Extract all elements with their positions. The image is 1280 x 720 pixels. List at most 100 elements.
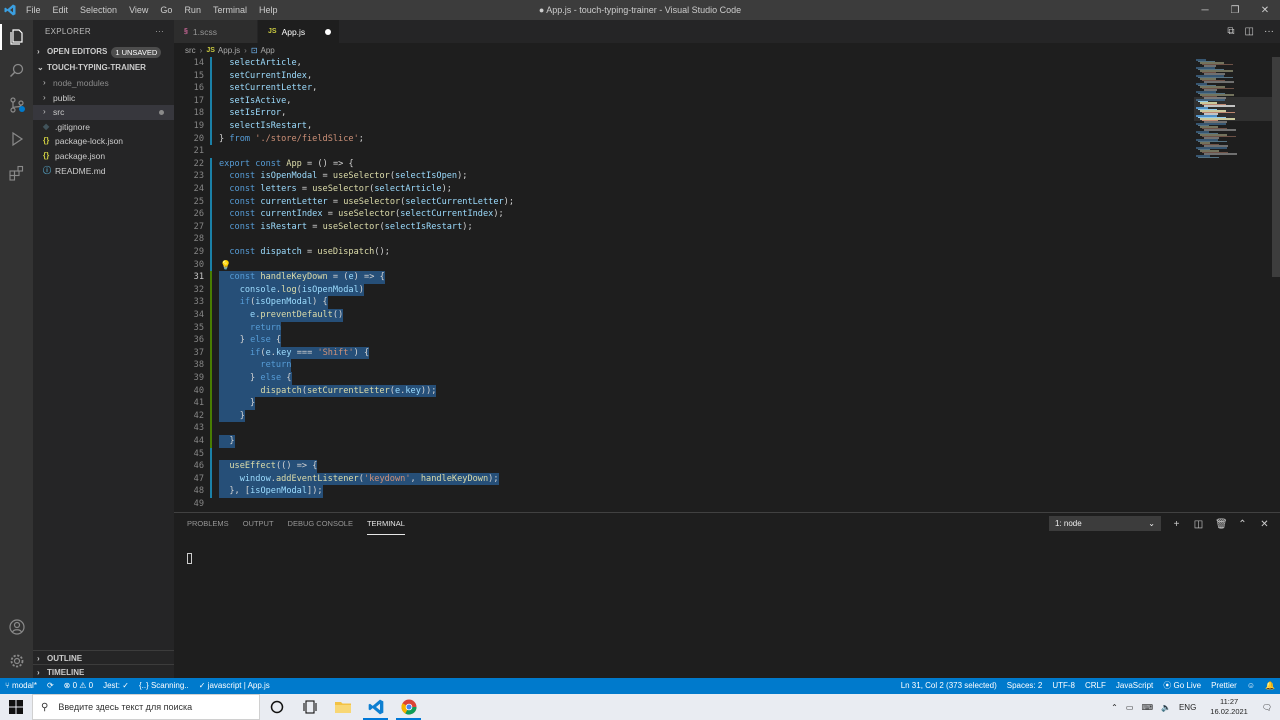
split-terminal-icon[interactable]: ◫: [1193, 519, 1204, 530]
breadcrumb-file[interactable]: App.js: [218, 46, 240, 55]
code-line[interactable]: 37 if(e.key === 'Shift') {: [174, 346, 1194, 360]
code-line[interactable]: 27 const isRestart = useSelector(selectI…: [174, 220, 1194, 234]
code-line[interactable]: 18 setIsError,: [174, 107, 1194, 120]
language-mode[interactable]: JavaScript: [1111, 678, 1158, 694]
filter-status[interactable]: ✓ javascript | App.js: [194, 678, 275, 694]
volume-icon[interactable]: 🔈: [1157, 703, 1175, 712]
code-line[interactable]: 36 } else {: [174, 334, 1194, 347]
maximize-panel-icon[interactable]: ⌃: [1237, 519, 1248, 530]
notifications-bell-icon[interactable]: 🔔: [1260, 678, 1280, 694]
code-line[interactable]: 48 }, [isOpenModal]);: [174, 485, 1194, 498]
code-line[interactable]: 17 setIsActive,: [174, 94, 1194, 108]
go-live-status[interactable]: ⦿ Go Live: [1158, 678, 1206, 694]
code-line[interactable]: 14 selectArticle,: [174, 57, 1194, 70]
code-line[interactable]: 33 if(isOpenModal) {: [174, 296, 1194, 309]
tab-output[interactable]: OUTPUT: [243, 513, 274, 535]
code-line[interactable]: 25 const currentLetter = useSelector(sel…: [174, 195, 1194, 209]
code-line[interactable]: 46 useEffect(() => {: [174, 460, 1194, 473]
code-line[interactable]: 24 const letters = useSelector(selectArt…: [174, 183, 1194, 196]
file-explorer-icon[interactable]: [326, 694, 359, 720]
feedback-icon[interactable]: ☺: [1242, 678, 1260, 694]
code-line[interactable]: 34 e.preventDefault(): [174, 309, 1194, 322]
code-line[interactable]: 23 const isOpenModal = useSelector(selec…: [174, 170, 1194, 183]
problems-status[interactable]: ⊗ 0 ⚠ 0: [59, 678, 98, 694]
code-line[interactable]: 39 } else {: [174, 372, 1194, 385]
code-line[interactable]: 45: [174, 447, 1194, 461]
code-line[interactable]: 19 selectIsRestart,: [174, 120, 1194, 133]
code-line[interactable]: 29 const dispatch = useDispatch();: [174, 246, 1194, 259]
tree-item-readme-md[interactable]: ⓘ README.md: [33, 164, 174, 179]
code-line[interactable]: 26 const currentIndex = useSelector(sele…: [174, 208, 1194, 221]
notification-center-icon[interactable]: 🗨: [1258, 703, 1280, 712]
menu-edit[interactable]: Edit: [47, 0, 75, 20]
terminal-cursor[interactable]: [187, 553, 192, 564]
code-line[interactable]: 49: [174, 498, 1194, 511]
line-ending[interactable]: CRLF: [1080, 678, 1111, 694]
open-editors-section[interactable]: › OPEN EDITORS 1 UNSAVED: [33, 44, 174, 60]
branch-status[interactable]: ⑂ modal*: [0, 678, 42, 694]
more-actions-icon[interactable]: ···: [155, 20, 164, 44]
breadcrumb-symbol[interactable]: App: [261, 46, 275, 55]
tree-item-src[interactable]: › src: [33, 105, 174, 120]
code-line[interactable]: 47 window.addEventListener('keydown', ha…: [174, 472, 1194, 486]
code-line[interactable]: 30 💡: [174, 258, 1194, 272]
close-panel-icon[interactable]: ✕: [1259, 519, 1270, 530]
encoding[interactable]: UTF-8: [1047, 678, 1080, 694]
code-line[interactable]: 28: [174, 233, 1194, 246]
close-icon[interactable]: ✕: [1250, 0, 1280, 20]
menu-terminal[interactable]: Terminal: [207, 0, 253, 20]
chrome-icon[interactable]: [392, 694, 425, 720]
settings-gear-icon[interactable]: [0, 644, 33, 678]
code-line[interactable]: 32 console.log(isOpenModal): [174, 283, 1194, 297]
menu-selection[interactable]: Selection: [74, 0, 123, 20]
tab-app-js[interactable]: JS App.js: [258, 20, 340, 43]
code-line[interactable]: 31 const handleKeyDown = (e) => {: [174, 271, 1194, 284]
menu-go[interactable]: Go: [154, 0, 178, 20]
code-line[interactable]: 41 }: [174, 397, 1194, 410]
code-line[interactable]: 43: [174, 422, 1194, 435]
run-debug-icon[interactable]: [0, 122, 33, 156]
minimap[interactable]: [1194, 57, 1280, 512]
task-view-icon[interactable]: [293, 694, 326, 720]
vscode-taskbar-icon[interactable]: [359, 694, 392, 720]
tree-item-node-modules[interactable]: › node_modules: [33, 76, 174, 91]
tab-scss[interactable]: § 1.scss: [174, 20, 258, 43]
language-indicator[interactable]: ENG: [1175, 703, 1200, 712]
prettier-status[interactable]: Prettier: [1206, 678, 1242, 694]
editor-scrollbar[interactable]: [1272, 57, 1280, 277]
clock[interactable]: 11:27 16.02.2021: [1200, 697, 1258, 717]
tree-item-package-json[interactable]: {} package.json: [33, 149, 174, 164]
code-line[interactable]: 35 return: [174, 321, 1194, 335]
code-line[interactable]: 22 export const App = () => {: [174, 157, 1194, 171]
tree-item-gitignore[interactable]: ◆ .gitignore: [33, 120, 174, 135]
menu-file[interactable]: File: [20, 0, 47, 20]
project-section[interactable]: ⌄ TOUCH-TYPING-TRAINER: [33, 60, 174, 76]
tree-item-package-lock-json[interactable]: {} package-lock.json: [33, 134, 174, 149]
code-line[interactable]: 38 return: [174, 359, 1194, 372]
cortana-icon[interactable]: [260, 694, 293, 720]
explorer-icon[interactable]: [0, 20, 33, 54]
new-terminal-icon[interactable]: +: [1171, 519, 1182, 530]
code-line[interactable]: 15 setCurrentIndex,: [174, 69, 1194, 83]
network-icon[interactable]: ⌨: [1137, 703, 1157, 712]
menu-view[interactable]: View: [123, 0, 154, 20]
split-editor-icon[interactable]: ◫: [1245, 26, 1254, 37]
indentation[interactable]: Spaces: 2: [1002, 678, 1048, 694]
menu-help[interactable]: Help: [253, 0, 284, 20]
tab-debug-console[interactable]: DEBUG CONSOLE: [288, 513, 353, 535]
tab-terminal[interactable]: TERMINAL: [366, 513, 405, 535]
breadcrumb-folder[interactable]: src: [185, 46, 196, 55]
open-changes-icon[interactable]: ⧉: [1227, 26, 1234, 37]
extensions-icon[interactable]: [0, 156, 33, 190]
restore-icon[interactable]: ❐: [1220, 0, 1250, 20]
tab-problems[interactable]: PROBLEMS: [187, 513, 229, 535]
terminal-select[interactable]: 1: node ⌄: [1049, 516, 1161, 531]
account-icon[interactable]: [0, 610, 33, 644]
source-control-icon[interactable]: [0, 88, 33, 122]
tree-item-public[interactable]: › public: [33, 91, 174, 106]
jest-status[interactable]: Jest: ✓: [98, 678, 134, 694]
show-hidden-icons-icon[interactable]: ⌃: [1107, 703, 1122, 712]
code-line[interactable]: 21: [174, 145, 1194, 158]
code-line[interactable]: 40 dispatch(setCurrentLetter(e.key));: [174, 384, 1194, 398]
menu-run[interactable]: Run: [178, 0, 207, 20]
